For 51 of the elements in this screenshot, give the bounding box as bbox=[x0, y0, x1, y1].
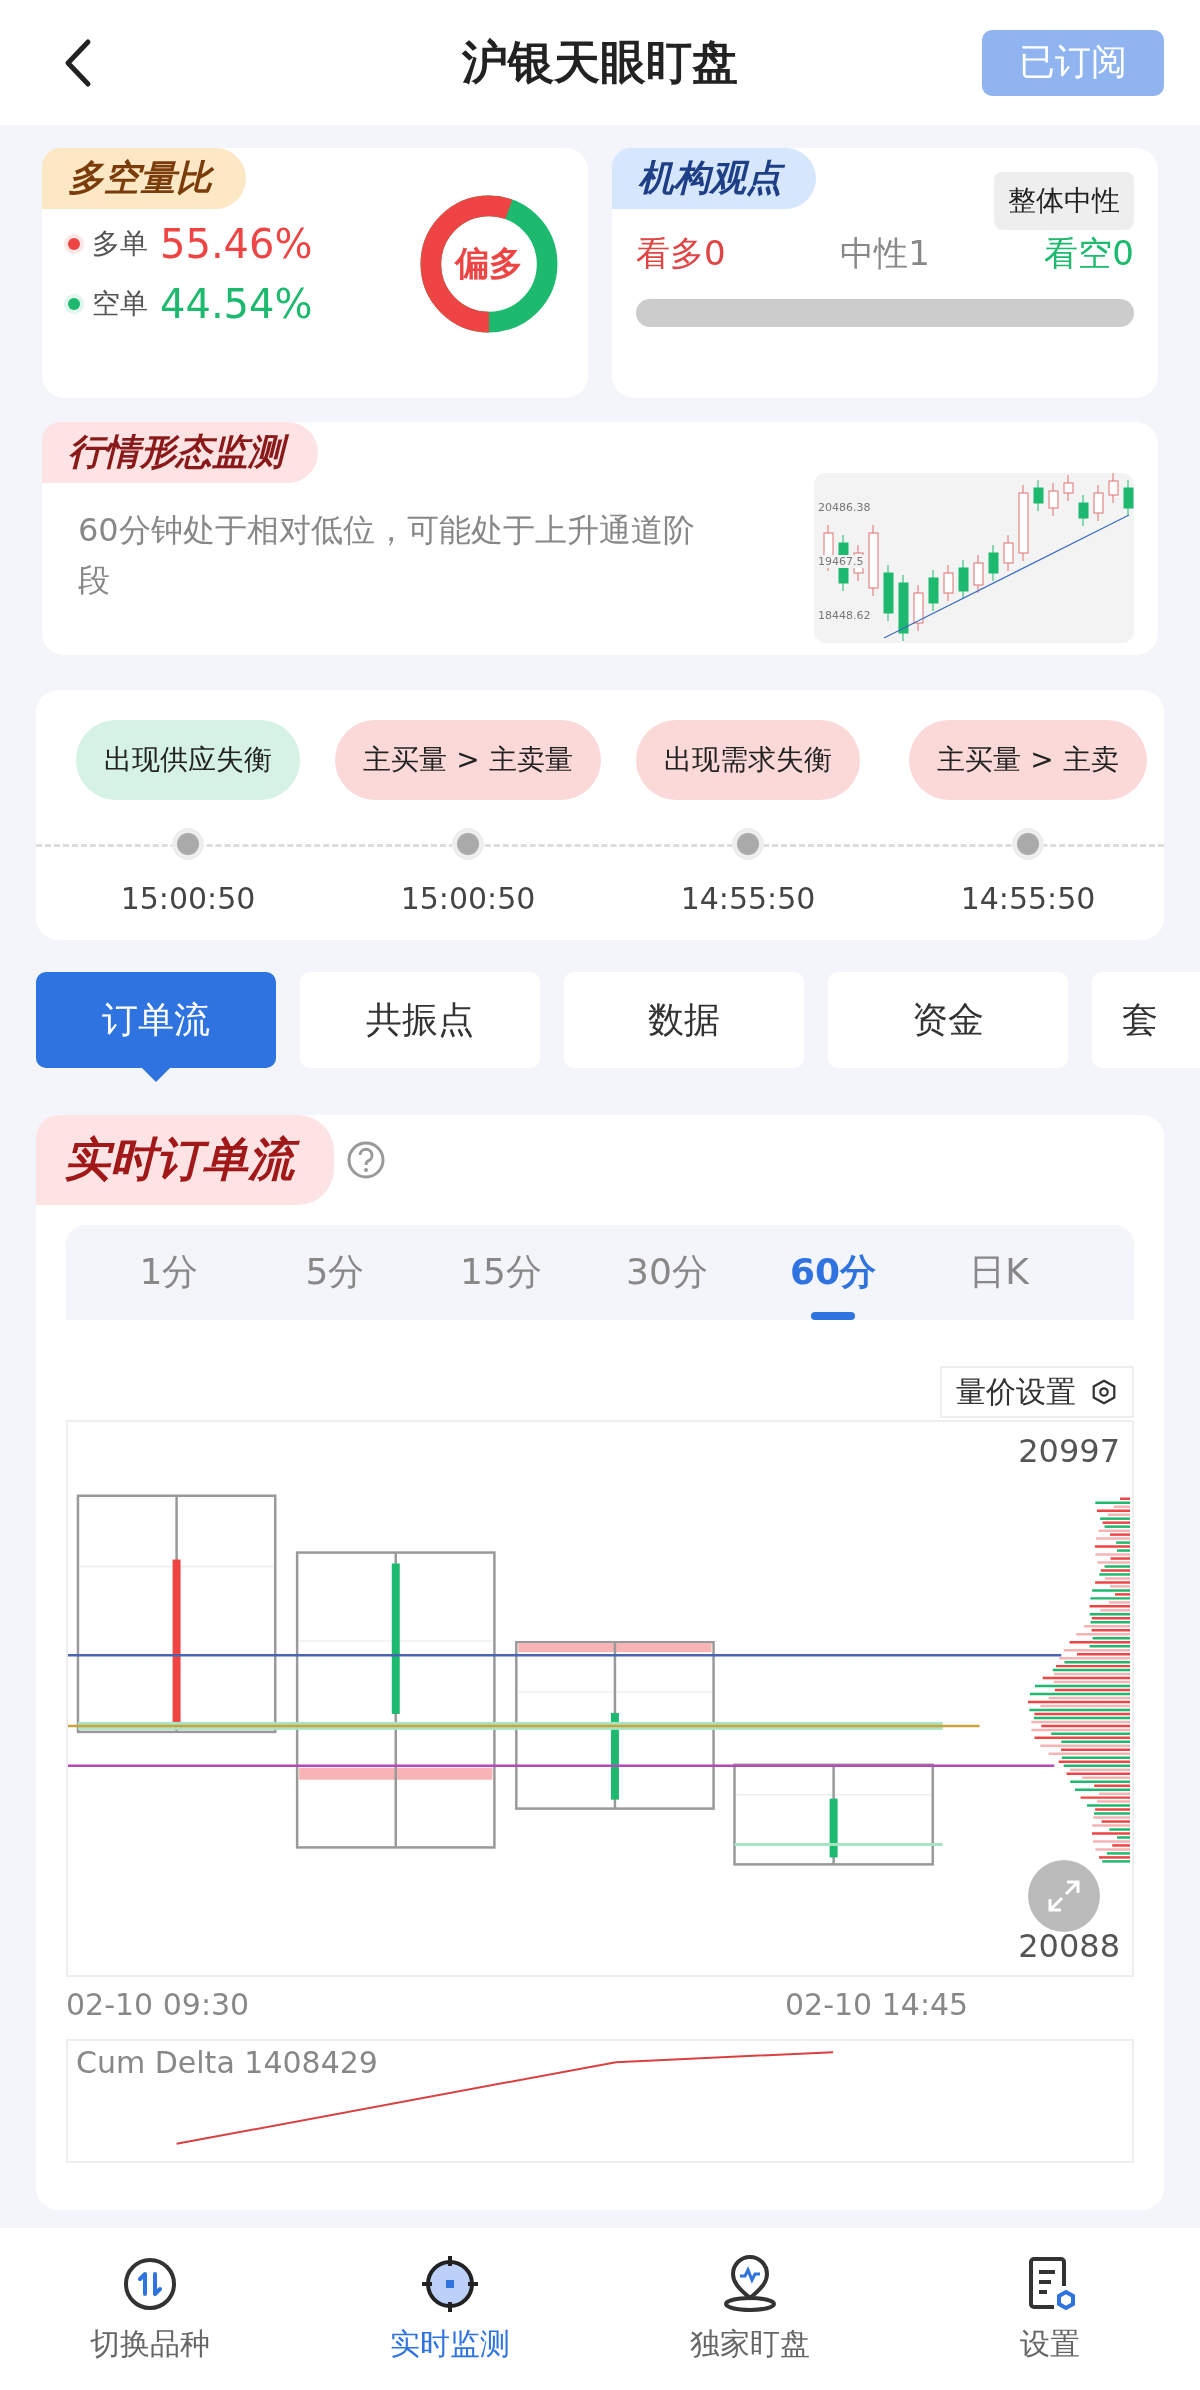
signal-time: 15:00:50 bbox=[120, 881, 256, 916]
view-count: 看空0 bbox=[1044, 232, 1134, 275]
period-tab[interactable]: 1分 bbox=[86, 1225, 252, 1320]
view-count: 中性1 bbox=[840, 232, 930, 275]
signal-time: 14:55:50 bbox=[680, 881, 816, 916]
time-axis-label: 02-10 09:30 bbox=[66, 1987, 251, 2024]
section-tab[interactable]: 套 bbox=[1092, 972, 1200, 1068]
section-tab[interactable]: 资金 bbox=[828, 972, 1068, 1068]
ratio-value: 44.54% bbox=[160, 281, 313, 327]
nav-tab[interactable]: 实时监测 bbox=[300, 2228, 600, 2390]
page-title: 沪银天眼盯盘 bbox=[461, 33, 739, 91]
card-title: 实时订单流 bbox=[36, 1115, 334, 1205]
card-title: 机构观点 bbox=[612, 148, 816, 209]
time-axis-label: 02-10 14:45 bbox=[785, 1987, 969, 2024]
nav-tab[interactable]: 设置 bbox=[900, 2228, 1200, 2390]
period-tab[interactable]: 60分 bbox=[750, 1225, 916, 1320]
signal-time: 15:00:50 bbox=[400, 881, 536, 916]
section-tab[interactable]: 订单流 bbox=[36, 972, 276, 1068]
card-title: 多空量比 bbox=[42, 148, 246, 209]
pattern-description: 60分钟处于相对低位，可能处于上升通道阶段 bbox=[78, 510, 696, 601]
period-tab[interactable]: 5分 bbox=[252, 1225, 418, 1320]
ring-label: 偏多 bbox=[455, 242, 523, 285]
help-icon[interactable] bbox=[346, 1140, 386, 1180]
tab-pointer-icon bbox=[142, 1068, 170, 1082]
signal-tag[interactable]: 主买量 > 主卖 bbox=[909, 720, 1147, 800]
signal-time: 14:55:50 bbox=[960, 881, 1096, 916]
ratio-label: 多单 bbox=[92, 226, 148, 262]
cum-delta-label: Cum Delta 1408429 bbox=[76, 2045, 378, 2080]
ratio-value: 55.46% bbox=[160, 221, 313, 267]
card-title: 行情形态监测 bbox=[42, 422, 318, 483]
axis-label: 19467.5 bbox=[818, 555, 864, 568]
section-tab[interactable]: 共振点 bbox=[300, 972, 540, 1068]
overall-badge: 整体中性 bbox=[994, 172, 1134, 230]
period-tab[interactable]: 日K bbox=[916, 1225, 1082, 1320]
signal-tag[interactable]: 主买量 > 主卖量 bbox=[335, 720, 601, 800]
volume-price-settings-button[interactable]: 量价设置 bbox=[940, 1366, 1134, 1418]
view-count: 看多0 bbox=[636, 232, 726, 275]
price-label: 20088 bbox=[1018, 1927, 1120, 1965]
section-tab[interactable]: 数据 bbox=[564, 972, 804, 1068]
nav-tab[interactable]: 切换品种 bbox=[0, 2228, 300, 2390]
axis-label: 18448.62 bbox=[818, 609, 871, 622]
period-tab[interactable]: 15分 bbox=[418, 1225, 584, 1320]
nav-tab[interactable]: 独家盯盘 bbox=[600, 2228, 900, 2390]
axis-label: 20486.38 bbox=[818, 501, 871, 514]
signal-tag[interactable]: 出现需求失衡 bbox=[636, 720, 860, 800]
crosshair-icon bbox=[420, 2253, 480, 2314]
period-tab[interactable]: 30分 bbox=[584, 1225, 750, 1320]
settings-icon bbox=[1090, 1378, 1118, 1406]
ratio-label: 空单 bbox=[92, 286, 148, 322]
signal-tag[interactable]: 出现供应失衡 bbox=[76, 720, 300, 800]
price-label: 20997 bbox=[1018, 1432, 1120, 1470]
